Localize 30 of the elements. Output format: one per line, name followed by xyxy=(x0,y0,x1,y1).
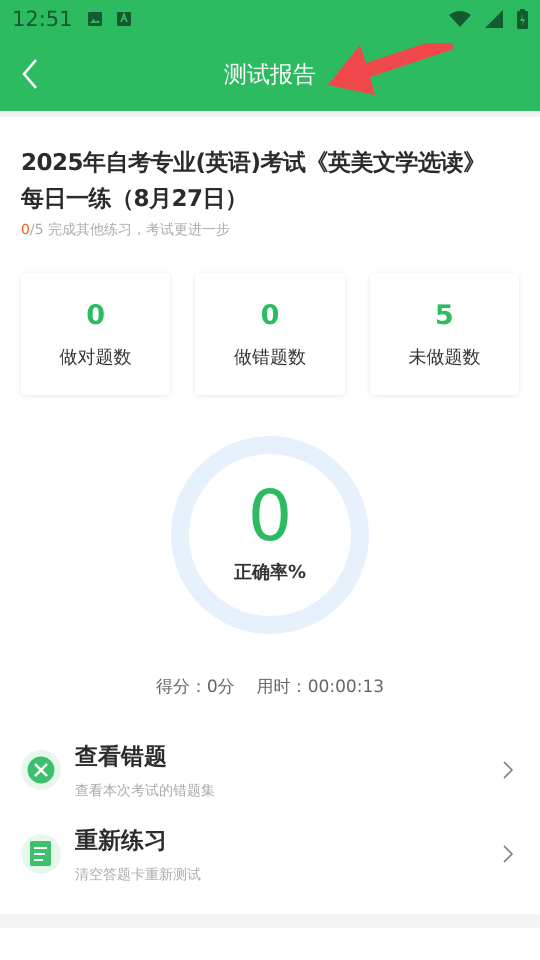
cross-icon xyxy=(21,750,61,790)
stat-label: 做错题数 xyxy=(234,346,306,368)
keyboard-icon xyxy=(116,10,131,26)
stat-label: 做对题数 xyxy=(60,346,132,368)
signal-icon xyxy=(485,10,503,28)
accuracy-label: 正确率% xyxy=(234,561,306,584)
accuracy-value: 0 xyxy=(248,476,292,556)
action-item[interactable]: 重新练习 清空答题卡重新测试 xyxy=(21,812,519,896)
action-title: 查看错题 xyxy=(75,742,168,772)
action-subtitle: 查看本次考试的错题集 xyxy=(75,782,216,800)
chevron-right-icon xyxy=(503,845,513,863)
progress-text: 0/5 完成其他练习，考试更进一步 xyxy=(21,221,231,239)
page-title: 测试报告 xyxy=(224,60,316,90)
action-item[interactable]: 查看错题 查看本次考试的错题集 xyxy=(21,728,519,812)
action-subtitle: 清空答题卡重新测试 xyxy=(75,866,202,884)
chevron-right-icon xyxy=(503,761,513,779)
stat-value: 0 xyxy=(260,300,280,330)
action-title: 重新练习 xyxy=(75,826,168,856)
stat-value: 5 xyxy=(434,300,454,330)
back-icon[interactable] xyxy=(22,59,38,89)
stat-value: 0 xyxy=(86,300,106,330)
stat-label: 未做题数 xyxy=(408,346,480,368)
exam-title: 2025年自考专业(英语)考试《英美文学选读》每日一练（8月27日） xyxy=(21,148,487,214)
wifi-icon xyxy=(449,10,471,26)
duration-text: 用时：00:00:13 xyxy=(256,676,384,698)
status-time: 12:51 xyxy=(12,6,73,30)
document-icon xyxy=(21,834,61,874)
score-text: 得分：0分 xyxy=(156,676,235,698)
image-icon xyxy=(86,10,103,26)
battery-icon xyxy=(517,8,528,28)
